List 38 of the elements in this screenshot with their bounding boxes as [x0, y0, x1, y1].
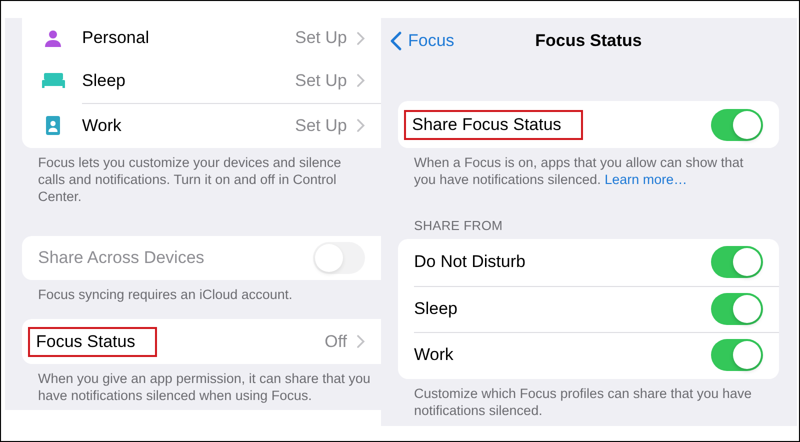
focus-mode-value: Set Up: [295, 116, 347, 136]
toggle-switch[interactable]: [711, 339, 763, 372]
section-header: SHARE FROM: [413, 218, 504, 235]
bed-icon: [42, 73, 64, 88]
footer-text: When a Focus is on, apps that you allow can show that you have notifications silenced. Learn more…: [413, 154, 744, 188]
screen-title: Focus Status: [535, 31, 642, 51]
toggle-switch[interactable]: [711, 108, 763, 140]
person-icon: [45, 30, 61, 46]
focus-status-label: Focus Status: [28, 326, 158, 356]
footer-text: When you give an app permission, it can share that you have notifications silenced when using Focus.: [37, 370, 372, 404]
focus-mode-row[interactable]: Personal Set Up: [22, 18, 381, 58]
share-status-label: Share Focus Status: [404, 110, 584, 140]
focus-status-card[interactable]: Focus Status Off: [22, 319, 381, 364]
chevron-icon: [357, 119, 365, 132]
footer-text: Focus lets you customize your devices and silence calls and notifications. Turn it on and off in Control Center.: [37, 154, 342, 205]
chevron-icon: [357, 335, 365, 348]
focus-mode-name: Work: [82, 116, 122, 136]
footer-text: Customize which Focus profiles can share that you have notifications silenced.: [413, 384, 753, 418]
share-devices-label: Share Across Devices: [38, 248, 206, 268]
share-from-label: Sleep: [414, 298, 458, 319]
learn-more-link[interactable]: Learn more…: [604, 172, 688, 187]
focus-mode-value: Set Up: [295, 28, 347, 48]
toggle-switch[interactable]: [711, 292, 763, 325]
toggle-switch[interactable]: [711, 246, 763, 278]
share-from-label: Work: [414, 345, 454, 366]
id-badge-icon: [46, 116, 60, 135]
chevron-icon: [357, 32, 365, 44]
focus-mode-value: Set Up: [295, 70, 347, 90]
footer-text: Focus syncing requires an iCloud account.: [37, 286, 294, 303]
focus-mode-name: Personal: [82, 28, 150, 48]
share-from-label: Do Not Disturb: [414, 252, 526, 272]
focus-mode-name: Sleep: [82, 70, 126, 90]
focus-status-value: Off: [324, 332, 347, 352]
focus-mode-row[interactable]: Sleep Set Up: [22, 58, 381, 103]
back-chevron-icon: [390, 31, 402, 51]
focus-mode-row[interactable]: Work Set Up: [22, 103, 381, 148]
chevron-icon: [357, 74, 365, 87]
back-button[interactable]: Focus: [390, 31, 454, 51]
